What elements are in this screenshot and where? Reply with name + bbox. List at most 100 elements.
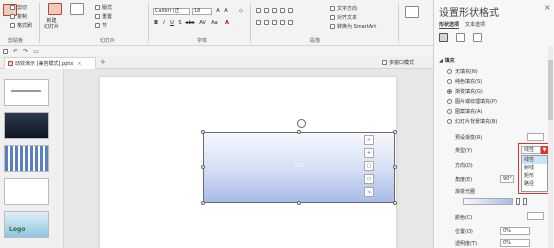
resize-handle[interactable] xyxy=(297,201,301,205)
slides-group-label: 幻灯片 xyxy=(100,38,116,44)
copy-button[interactable]: 复制 xyxy=(10,13,27,20)
section-button[interactable]: 节 xyxy=(95,22,107,29)
decrease-indent-icon[interactable] xyxy=(272,8,277,13)
change-case-button[interactable]: Aa xyxy=(210,20,219,26)
resize-handle[interactable] xyxy=(393,130,397,134)
dropdown-arrow-icon[interactable]: ▼ xyxy=(541,146,548,154)
dropdown-option[interactable]: 矩形 xyxy=(522,172,547,180)
close-tab-icon[interactable]: × xyxy=(77,61,81,67)
underline-button[interactable]: U xyxy=(169,20,175,26)
new-slide-button[interactable]: 新建 幻灯片 xyxy=(44,18,59,30)
cut-button[interactable]: 剪切 xyxy=(10,4,27,11)
drawing-shapes-icon[interactable] xyxy=(405,6,419,18)
italic-button[interactable]: I xyxy=(161,20,167,26)
slide-thumbnail[interactable] xyxy=(4,112,49,139)
fill-option-pattern[interactable]: 图案填充(A) xyxy=(447,108,482,115)
shape-outline-icon[interactable]: ▭ xyxy=(364,174,374,184)
radio-icon xyxy=(447,69,452,74)
gradient-stops-label: 渐变光圈 xyxy=(455,189,476,195)
reset-button[interactable]: 重置 xyxy=(95,13,112,20)
size-properties-icon[interactable] xyxy=(473,33,482,42)
layout-button[interactable]: 版式 xyxy=(95,4,112,11)
more-options-icon[interactable]: ↘ xyxy=(364,187,374,197)
type-dropdown[interactable]: 线性 xyxy=(521,146,541,154)
line-spacing-icon[interactable] xyxy=(288,8,293,13)
font-name-combo[interactable]: Calibri (正 xyxy=(153,8,190,15)
tab-text-options[interactable]: 文本选项 xyxy=(465,21,485,29)
document-tab[interactable]: 动效演示 [兼容模式].pptx × xyxy=(4,57,96,69)
bold-button[interactable]: B xyxy=(153,20,159,26)
gradient-type-dropdown-list: 线性 射线 矩形 路径 xyxy=(521,155,548,192)
rotate-handle-icon[interactable] xyxy=(297,119,306,128)
position-input[interactable]: 0% xyxy=(500,227,530,235)
new-slide-dropdown-icon[interactable] xyxy=(70,3,84,15)
resize-handle[interactable] xyxy=(201,130,205,134)
numbering-icon[interactable] xyxy=(264,8,269,13)
angle-input[interactable]: 90° xyxy=(500,175,514,183)
layout-options-icon[interactable]: ≈ xyxy=(364,135,374,145)
gradient-stops-bar[interactable] xyxy=(463,198,513,205)
dropdown-option[interactable]: 线性 xyxy=(522,156,547,164)
align-left-icon[interactable] xyxy=(256,20,261,25)
resize-handle[interactable] xyxy=(201,201,205,205)
font-color-button[interactable]: A xyxy=(224,20,230,26)
pane-scrollbar-thumb[interactable] xyxy=(548,60,553,120)
align-right-icon[interactable] xyxy=(272,20,277,25)
strikethrough-button[interactable]: abc xyxy=(185,20,195,26)
fill-section-header[interactable]: ◢ 填充 xyxy=(439,57,455,64)
clear-format-icon[interactable]: ◇ xyxy=(238,8,244,14)
resize-handle[interactable] xyxy=(201,165,205,169)
document-tab-bar: 动效演示 [兼容模式].pptx × + 多窗口模式 xyxy=(0,56,433,69)
format-painter-button[interactable]: 格式刷 xyxy=(10,22,32,29)
fill-option-none[interactable]: 无填充(N) xyxy=(447,68,478,75)
shrink-font-icon[interactable]: A xyxy=(223,8,229,14)
fill-option-slide-background[interactable]: 幻灯片背景填充(B) xyxy=(447,118,497,125)
save-icon[interactable] xyxy=(3,48,8,54)
resize-handle[interactable] xyxy=(297,130,301,134)
radio-selected-icon xyxy=(447,89,452,94)
resize-handle[interactable] xyxy=(393,201,397,205)
shape-fill-icon[interactable]: ▢ xyxy=(364,161,374,171)
columns-icon[interactable] xyxy=(288,20,293,25)
align-center-icon[interactable] xyxy=(264,20,269,25)
remove-stop-icon[interactable] xyxy=(523,198,527,205)
increase-indent-icon[interactable] xyxy=(280,8,285,13)
dropdown-option[interactable]: 射线 xyxy=(522,164,547,172)
convert-smartart-button[interactable]: 转换为 SmartArt xyxy=(330,23,376,30)
font-size-combo[interactable]: 18 xyxy=(192,8,212,15)
start-slideshow-icon[interactable]: ▭ xyxy=(33,48,39,55)
effects-icon[interactable] xyxy=(456,33,465,42)
char-spacing-button[interactable]: AV xyxy=(198,20,207,26)
multi-window-button[interactable]: 多窗口模式 xyxy=(382,59,414,66)
redo-icon[interactable]: ↷ xyxy=(23,48,28,55)
fill-line-icon[interactable] xyxy=(439,33,448,42)
current-slide[interactable]: 123 xyxy=(100,77,397,248)
shadow-button[interactable]: S xyxy=(177,20,183,26)
slide-thumbnail[interactable]: Logo xyxy=(4,211,49,238)
transparency-label: 透明度(T) xyxy=(455,241,477,247)
close-pane-icon[interactable]: × xyxy=(544,3,551,12)
shape-style-icon[interactable]: + xyxy=(364,148,374,158)
transparency-input[interactable]: 0% xyxy=(500,239,530,247)
floating-shape-tools: ≈ + ▢ ▭ ↘ xyxy=(364,135,374,200)
grow-font-icon[interactable]: A xyxy=(215,8,221,14)
add-stop-icon[interactable] xyxy=(516,198,520,205)
text-direction-button[interactable]: 文字方向 xyxy=(330,5,357,12)
slide-thumbnail[interactable] xyxy=(4,145,49,172)
slide-thumbnail[interactable] xyxy=(4,178,49,205)
tab-shape-options[interactable]: 形状选项 xyxy=(439,21,460,29)
color-picker[interactable] xyxy=(527,212,544,220)
preset-gradient-picker[interactable] xyxy=(527,133,544,141)
undo-icon[interactable]: ↶ xyxy=(13,48,18,55)
align-text-button[interactable]: 对齐文本 xyxy=(330,14,357,21)
bullets-icon[interactable] xyxy=(256,8,261,13)
fill-option-solid[interactable]: 纯色填充(S) xyxy=(447,78,482,85)
slide-thumbnail[interactable] xyxy=(4,79,49,106)
resize-handle[interactable] xyxy=(393,165,397,169)
new-tab-icon[interactable]: + xyxy=(100,58,106,66)
fill-option-picture[interactable]: 图片或纹理填充(P) xyxy=(447,98,497,105)
dropdown-option[interactable]: 路径 xyxy=(522,180,547,188)
justify-icon[interactable] xyxy=(280,20,285,25)
fill-option-gradient[interactable]: 渐变填充(G) xyxy=(447,88,483,95)
new-slide-icon[interactable] xyxy=(48,3,62,15)
